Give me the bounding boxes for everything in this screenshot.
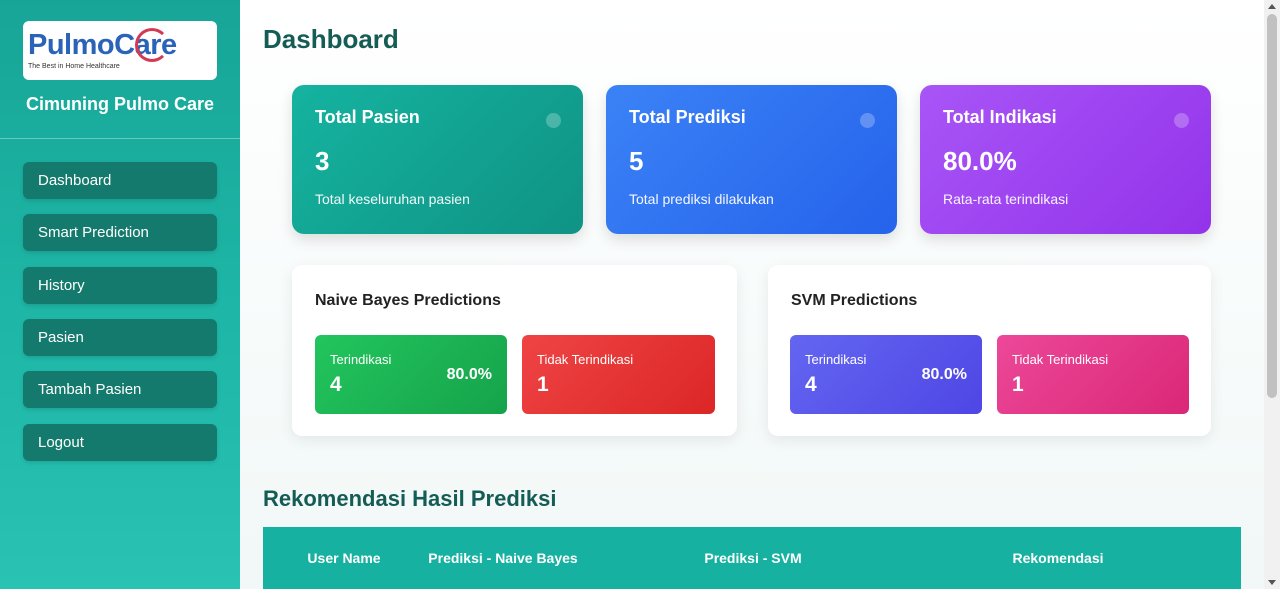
card-percent: 80.0% bbox=[921, 366, 967, 383]
nav-pasien[interactable]: Pasien bbox=[23, 319, 217, 356]
card-value: 1 bbox=[1012, 373, 1024, 396]
card-value: 1 bbox=[537, 373, 549, 396]
scrollbar-thumb[interactable] bbox=[1267, 14, 1277, 398]
pulmocare-logo: PulmoCare The Best in Home Healthcare bbox=[23, 21, 217, 80]
card-label: Tidak Terindikasi bbox=[537, 352, 634, 367]
stat-card-total-indikasi: Total Indikasi 80.0% Rata-rata terindika… bbox=[920, 85, 1211, 234]
dot-icon bbox=[860, 113, 875, 128]
panel-title: Naive Bayes Predictions bbox=[315, 292, 501, 309]
nb-not-indicated-card: Tidak Terindikasi 1 bbox=[522, 335, 715, 414]
stat-card-total-pasien: Total Pasien 3 Total keseluruhan pasien bbox=[292, 85, 583, 234]
stat-description: Total prediksi dilakukan bbox=[629, 191, 774, 207]
scroll-down-arrow-icon[interactable] bbox=[1268, 580, 1276, 585]
section-title-rekomendasi: Rekomendasi Hasil Prediksi bbox=[263, 486, 557, 511]
page-title: Dashboard bbox=[263, 24, 399, 54]
nav-dashboard[interactable]: Dashboard bbox=[23, 162, 217, 199]
main-content: Dashboard Total Pasien 3 Total keseluruh… bbox=[240, 0, 1264, 589]
stat-description: Total keseluruhan pasien bbox=[315, 191, 470, 207]
sidebar-divider bbox=[0, 138, 240, 139]
card-percent: 80.0% bbox=[446, 366, 492, 383]
stat-title: Total Prediksi bbox=[629, 107, 746, 127]
vertical-scrollbar[interactable] bbox=[1264, 0, 1280, 589]
scroll-up-arrow-icon[interactable] bbox=[1268, 4, 1276, 9]
column-header-svm[interactable]: Prediksi - SVM bbox=[653, 527, 853, 589]
card-label: Tidak Terindikasi bbox=[1012, 352, 1109, 367]
stat-title: Total Pasien bbox=[315, 107, 420, 127]
panel-title: SVM Predictions bbox=[791, 292, 918, 309]
nb-indicated-card: Terindikasi 4 80.0% bbox=[315, 335, 507, 414]
stat-title: Total Indikasi bbox=[943, 107, 1057, 127]
dot-icon bbox=[1174, 113, 1189, 128]
svm-not-indicated-card: Tidak Terindikasi 1 bbox=[997, 335, 1189, 414]
sidebar: PulmoCare The Best in Home Healthcare Ci… bbox=[0, 0, 240, 589]
stat-card-total-prediksi: Total Prediksi 5 Total prediksi dilakuka… bbox=[606, 85, 897, 234]
nav-logout[interactable]: Logout bbox=[23, 424, 217, 461]
column-header-rekomendasi[interactable]: Rekomendasi bbox=[943, 527, 1173, 589]
svm-indicated-card: Terindikasi 4 80.0% bbox=[790, 335, 982, 414]
logo-text-pulmo: Pulmo bbox=[28, 29, 115, 61]
card-label: Terindikasi bbox=[805, 352, 867, 367]
stat-description: Rata-rata terindikasi bbox=[943, 191, 1069, 207]
column-header-naive-bayes[interactable]: Prediksi - Naive Bayes bbox=[403, 527, 603, 589]
naive-bayes-panel: Naive Bayes Predictions Terindikasi 4 80… bbox=[292, 265, 737, 436]
stat-value: 80.0% bbox=[943, 146, 1017, 176]
lungs-logo-icon bbox=[135, 28, 169, 62]
column-header-user-name[interactable]: User Name bbox=[303, 527, 385, 589]
dot-icon bbox=[546, 113, 561, 128]
stat-value: 3 bbox=[315, 146, 330, 176]
recommendation-table-header: User Name Prediksi - Naive Bayes Prediks… bbox=[263, 527, 1241, 589]
card-label: Terindikasi bbox=[330, 352, 392, 367]
nav-smart-prediction[interactable]: Smart Prediction bbox=[23, 214, 217, 251]
nav-tambah-pasien[interactable]: Tambah Pasien bbox=[23, 371, 217, 408]
brand-name: Cimuning Pulmo Care bbox=[25, 94, 214, 114]
svm-panel: SVM Predictions Terindikasi 4 80.0% Tida… bbox=[768, 265, 1211, 436]
nav-history[interactable]: History bbox=[23, 267, 217, 304]
stat-value: 5 bbox=[629, 146, 644, 176]
logo-tagline: The Best in Home Healthcare bbox=[28, 63, 120, 70]
